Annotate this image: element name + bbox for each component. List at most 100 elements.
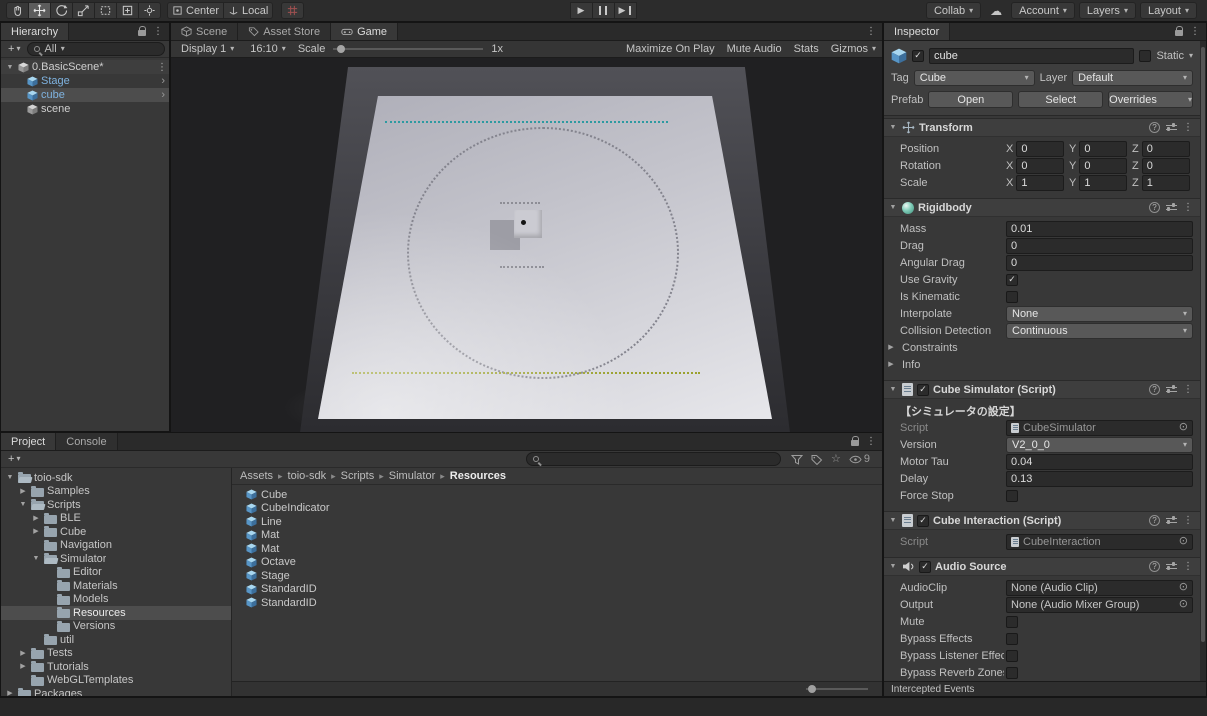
hierarchy-search-input[interactable]: All ▾ [27, 42, 165, 56]
tab-scene[interactable]: Scene [171, 23, 238, 40]
hierarchy-scene-row[interactable]: ▼ 0.BasicScene* ⋮ [1, 60, 169, 74]
tree-item-webgltemplates[interactable]: WebGLTemplates [1, 674, 231, 688]
search-by-type-icon[interactable] [791, 454, 803, 465]
tab-inspector[interactable]: Inspector [884, 23, 950, 40]
pause-button[interactable] [592, 2, 615, 19]
audio-source-component-header[interactable]: ▼ ✓ Audio Source ?⋮ [884, 557, 1200, 576]
presets-icon[interactable] [1166, 562, 1177, 571]
tree-item-tests[interactable]: ▶Tests [1, 647, 231, 661]
help-icon[interactable]: ? [1149, 561, 1160, 572]
tree-item-ble[interactable]: ▶BLE [1, 512, 231, 526]
bypass-effects-checkbox[interactable] [1006, 633, 1018, 645]
component-menu-icon[interactable]: ⋮ [1183, 561, 1193, 572]
file-item-line[interactable]: Line [232, 515, 882, 529]
prefab-open-button[interactable]: Open [928, 91, 1013, 108]
panel-menu-icon[interactable]: ⋮ [866, 26, 876, 37]
project-search-input[interactable] [526, 452, 781, 466]
cube-interaction-component-header[interactable]: ▼ ✓ Cube Interaction (Script) ?⋮ [884, 511, 1200, 530]
hierarchy-item-stage[interactable]: Stage › [1, 74, 169, 88]
move-tool-button[interactable] [28, 2, 51, 19]
breadcrumb-item-current[interactable]: Resources [450, 470, 506, 482]
tree-item-versions[interactable]: Versions [1, 620, 231, 634]
gizmos-dropdown[interactable]: Gizmos▾ [831, 43, 876, 55]
chevron-down-icon[interactable]: ▾ [1189, 52, 1193, 60]
prefab-open-arrow[interactable]: › [161, 75, 167, 87]
maximize-on-play-button[interactable]: Maximize On Play [626, 43, 715, 55]
inspector-scrollbar[interactable] [1200, 41, 1206, 681]
foldout-open-icon[interactable]: ▼ [888, 124, 898, 131]
force-stop-checkbox[interactable] [1006, 490, 1018, 502]
component-enabled-checkbox[interactable]: ✓ [917, 515, 929, 527]
account-dropdown[interactable]: Account▾ [1011, 2, 1075, 19]
tree-item-util[interactable]: util [1, 633, 231, 647]
panel-menu-icon[interactable]: ⋮ [153, 26, 163, 37]
tree-item-models[interactable]: Models [1, 593, 231, 607]
breadcrumb-item[interactable]: Simulator [389, 470, 435, 482]
icon-size-slider-thumb[interactable] [808, 685, 816, 693]
collab-dropdown[interactable]: Collab▾ [926, 2, 981, 19]
cube-simulator-component-header[interactable]: ▼ ✓ Cube Simulator (Script) ?⋮ [884, 380, 1200, 399]
scale-slider-thumb[interactable] [337, 45, 345, 53]
file-item-standardid[interactable]: StandardID [232, 583, 882, 597]
scale-tool-button[interactable] [72, 2, 95, 19]
foldout-open-icon[interactable]: ▼ [888, 204, 898, 211]
script-object-field[interactable]: CubeInteraction⊙ [1006, 534, 1193, 550]
bypass-reverb-zones-checkbox[interactable] [1006, 667, 1018, 679]
object-picker-icon[interactable]: ⊙ [1179, 582, 1188, 593]
panel-menu-icon[interactable]: ⋮ [1190, 26, 1200, 37]
lock-icon[interactable] [138, 30, 146, 36]
interpolate-dropdown[interactable]: None▾ [1006, 306, 1193, 322]
tree-item-scripts[interactable]: ▼Scripts [1, 498, 231, 512]
object-picker-icon[interactable]: ⊙ [1179, 536, 1188, 547]
tree-item-cube[interactable]: ▶Cube [1, 525, 231, 539]
tree-item-editor[interactable]: Editor [1, 566, 231, 580]
object-picker-icon[interactable]: ⊙ [1179, 599, 1188, 610]
is-kinematic-checkbox[interactable] [1006, 291, 1018, 303]
hierarchy-item-scene[interactable]: scene [1, 102, 169, 116]
scale-y-field[interactable]: 1 [1079, 175, 1127, 191]
stats-button[interactable]: Stats [794, 43, 819, 55]
scale-z-field[interactable]: 1 [1142, 175, 1190, 191]
layers-dropdown[interactable]: Layers▾ [1079, 2, 1136, 19]
hand-tool-button[interactable] [6, 2, 29, 19]
transform-component-header[interactable]: ▼ Transform ?⋮ [884, 118, 1200, 137]
help-icon[interactable]: ? [1149, 384, 1160, 395]
save-search-star-icon[interactable]: ☆ [831, 454, 841, 465]
lock-icon[interactable] [851, 440, 859, 446]
file-item-stage[interactable]: Stage [232, 569, 882, 583]
bypass-listener-effects-checkbox[interactable] [1006, 650, 1018, 662]
help-icon[interactable]: ? [1149, 122, 1160, 133]
presets-icon[interactable] [1166, 203, 1177, 212]
foldout-open-icon[interactable]: ▼ [888, 563, 898, 570]
version-dropdown[interactable]: V2_0_0▾ [1006, 437, 1193, 453]
prefab-select-button[interactable]: Select [1018, 91, 1103, 108]
layout-dropdown[interactable]: Layout▾ [1140, 2, 1197, 19]
foldout-open-icon[interactable]: ▼ [888, 386, 898, 393]
foldout-open-icon[interactable]: ▼ [5, 64, 15, 71]
file-item-octave[interactable]: Octave [232, 556, 882, 570]
rect-tool-button[interactable] [94, 2, 117, 19]
tree-item-simulator[interactable]: ▼Simulator [1, 552, 231, 566]
audioclip-object-field[interactable]: None (Audio Clip)⊙ [1006, 580, 1193, 596]
breadcrumb-item[interactable]: Scripts [341, 470, 375, 482]
position-y-field[interactable]: 0 [1079, 141, 1127, 157]
tree-item-samples[interactable]: ▶Samples [1, 485, 231, 499]
output-object-field[interactable]: None (Audio Mixer Group)⊙ [1006, 597, 1193, 613]
file-item-standardid2[interactable]: StandardID [232, 596, 882, 610]
component-menu-icon[interactable]: ⋮ [1183, 202, 1193, 213]
component-menu-icon[interactable]: ⋮ [1183, 384, 1193, 395]
constraints-foldout[interactable]: ▶Constraints [886, 339, 1193, 356]
prefab-open-arrow[interactable]: › [161, 89, 167, 101]
presets-icon[interactable] [1166, 516, 1177, 525]
object-picker-icon[interactable]: ⊙ [1179, 422, 1188, 433]
angular-drag-field[interactable]: 0 [1006, 255, 1193, 271]
pivot-mode-button[interactable]: Center [167, 2, 224, 19]
position-z-field[interactable]: 0 [1142, 141, 1190, 157]
tree-item-packages[interactable]: ▶Packages [1, 687, 231, 696]
grid-snap-button[interactable] [281, 2, 304, 19]
rotate-tool-button[interactable] [50, 2, 73, 19]
script-object-field[interactable]: CubeSimulator⊙ [1006, 420, 1193, 436]
tree-item-resources[interactable]: Resources [1, 606, 231, 620]
game-viewport[interactable] [171, 58, 882, 432]
panel-menu-icon[interactable]: ⋮ [866, 436, 876, 447]
